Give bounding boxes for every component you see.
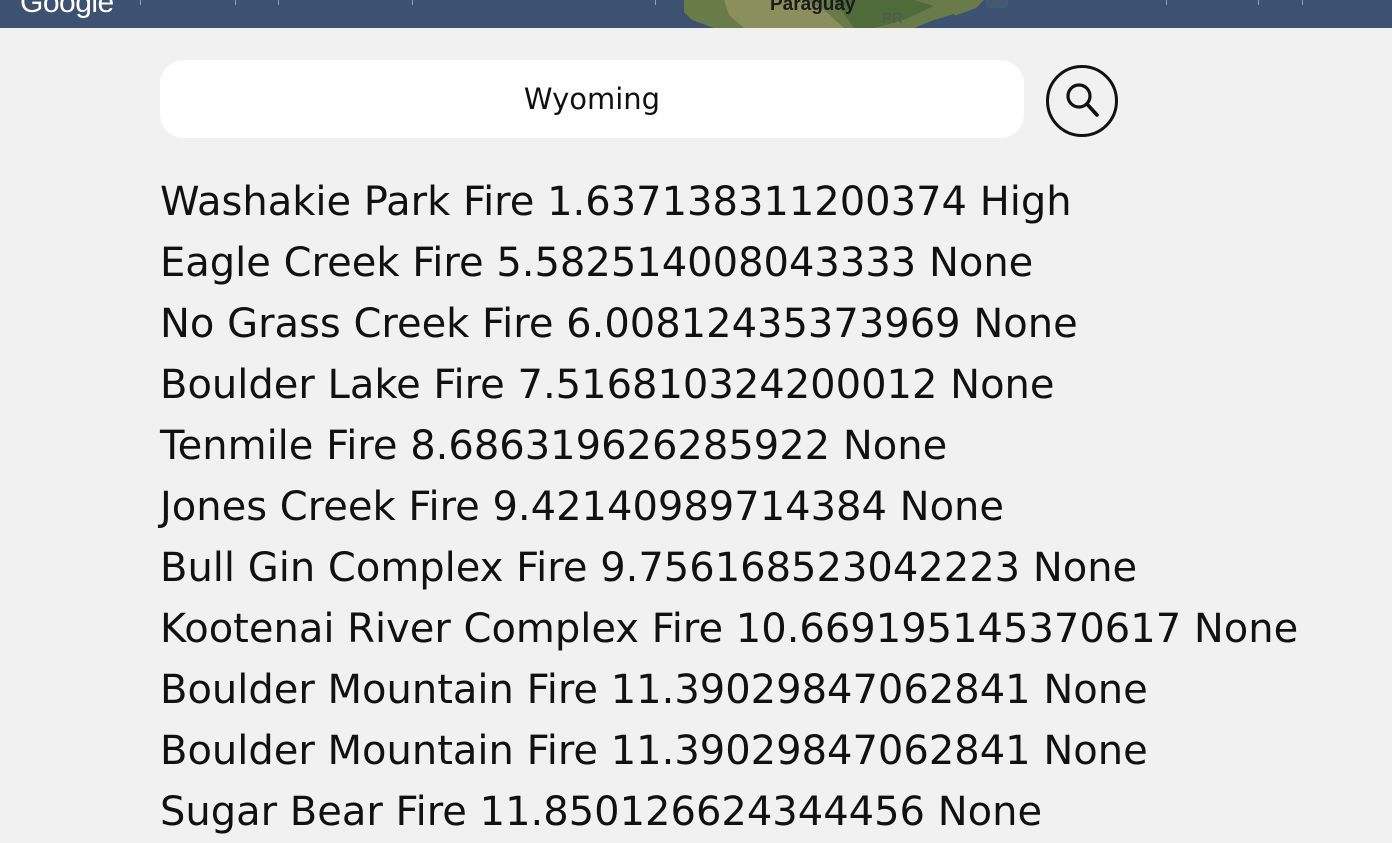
fire-name: Washakie Park Fire <box>160 179 535 225</box>
fire-distance: 11.39029847062841 <box>610 667 1031 713</box>
fire-name: Boulder Mountain Fire <box>160 728 598 774</box>
fire-name: Sugar Bear Fire <box>160 789 467 835</box>
fire-risk: High <box>979 179 1072 225</box>
search-icon <box>1066 83 1099 117</box>
fire-distance: 6.00812435373969 <box>566 301 961 347</box>
map-label-state: PR <box>882 10 903 27</box>
fire-risk: None <box>899 484 1005 530</box>
fire-distance: 9.756168523042223 <box>600 545 1021 591</box>
map-grid-tick <box>655 0 656 5</box>
fire-distance: 10.669195145370617 <box>735 606 1182 652</box>
fire-name: No Grass Creek Fire <box>160 301 554 347</box>
map-grid-tick <box>412 0 413 5</box>
fire-risk: None <box>937 789 1043 835</box>
fire-result-item: Eagle Creek Fire 5.582514008043333 None <box>160 233 1298 294</box>
map-grid-tick <box>278 0 279 5</box>
fire-distance: 1.637138311200374 <box>547 179 967 225</box>
fire-result-item: Washakie Park Fire 1.637138311200374 Hig… <box>160 172 1298 233</box>
fire-distance: 5.582514008043333 <box>496 240 917 286</box>
fire-name: Eagle Creek Fire <box>160 240 484 286</box>
fire-result-item: Bull Gin Complex Fire 9.756168523042223 … <box>160 538 1298 599</box>
fire-distance: 9.42140989714384 <box>492 484 887 530</box>
map-label-country: Paraguay <box>770 0 856 15</box>
fire-risk: None <box>842 423 948 469</box>
fire-risk: None <box>950 362 1055 408</box>
fire-risk: None <box>928 240 1034 286</box>
fire-result-item: Kootenai River Complex Fire 10.669195145… <box>160 599 1298 660</box>
map-grid-tick <box>140 0 141 5</box>
fire-risk: None <box>1032 545 1138 591</box>
fire-risk: None <box>1043 728 1148 774</box>
fire-result-item: Tenmile Fire 8.686319626285922 None <box>160 416 1298 477</box>
fire-distance: 8.686319626285922 <box>410 423 831 469</box>
fire-risk: None <box>1043 667 1148 713</box>
search-button[interactable] <box>1046 65 1118 137</box>
fire-name: Boulder Mountain Fire <box>160 667 598 713</box>
map-view[interactable]: Google Paraguay PR RJ <box>0 0 1392 28</box>
search-input[interactable] <box>160 60 1024 138</box>
fire-risk: None <box>973 301 1078 347</box>
fire-results-list: Washakie Park Fire 1.637138311200374 Hig… <box>160 172 1298 843</box>
fire-distance: 11.39029847062841 <box>610 728 1031 774</box>
map-grid-tick <box>1166 0 1167 5</box>
map-grid-tick <box>1258 0 1259 5</box>
fire-name: Bull Gin Complex Fire <box>160 545 588 591</box>
fire-risk: None <box>1193 606 1299 652</box>
fire-result-item: No Grass Creek Fire 6.00812435373969 Non… <box>160 294 1298 355</box>
fire-result-item: Sugar Bear Fire 11.850126624344456 None <box>160 782 1298 843</box>
map-grid-tick <box>235 0 236 5</box>
fire-result-item: Jones Creek Fire 9.42140989714384 None <box>160 477 1298 538</box>
google-logo: Google <box>20 0 114 19</box>
fire-name: Kootenai River Complex Fire <box>160 606 724 652</box>
fire-name: Jones Creek Fire <box>160 484 480 530</box>
fire-name: Tenmile Fire <box>160 423 398 469</box>
fire-result-item: Boulder Lake Fire 7.516810324200012 None <box>160 355 1298 416</box>
fire-distance: 11.850126624344456 <box>479 789 925 835</box>
fire-distance: 7.516810324200012 <box>517 362 938 408</box>
fire-result-item: Boulder Mountain Fire 11.39029847062841 … <box>160 660 1298 721</box>
map-grid-tick <box>1302 0 1303 5</box>
fire-result-item: Boulder Mountain Fire 11.39029847062841 … <box>160 721 1298 782</box>
map-label-state-badge: RJ <box>986 0 1008 8</box>
fire-name: Boulder Lake Fire <box>160 362 505 408</box>
